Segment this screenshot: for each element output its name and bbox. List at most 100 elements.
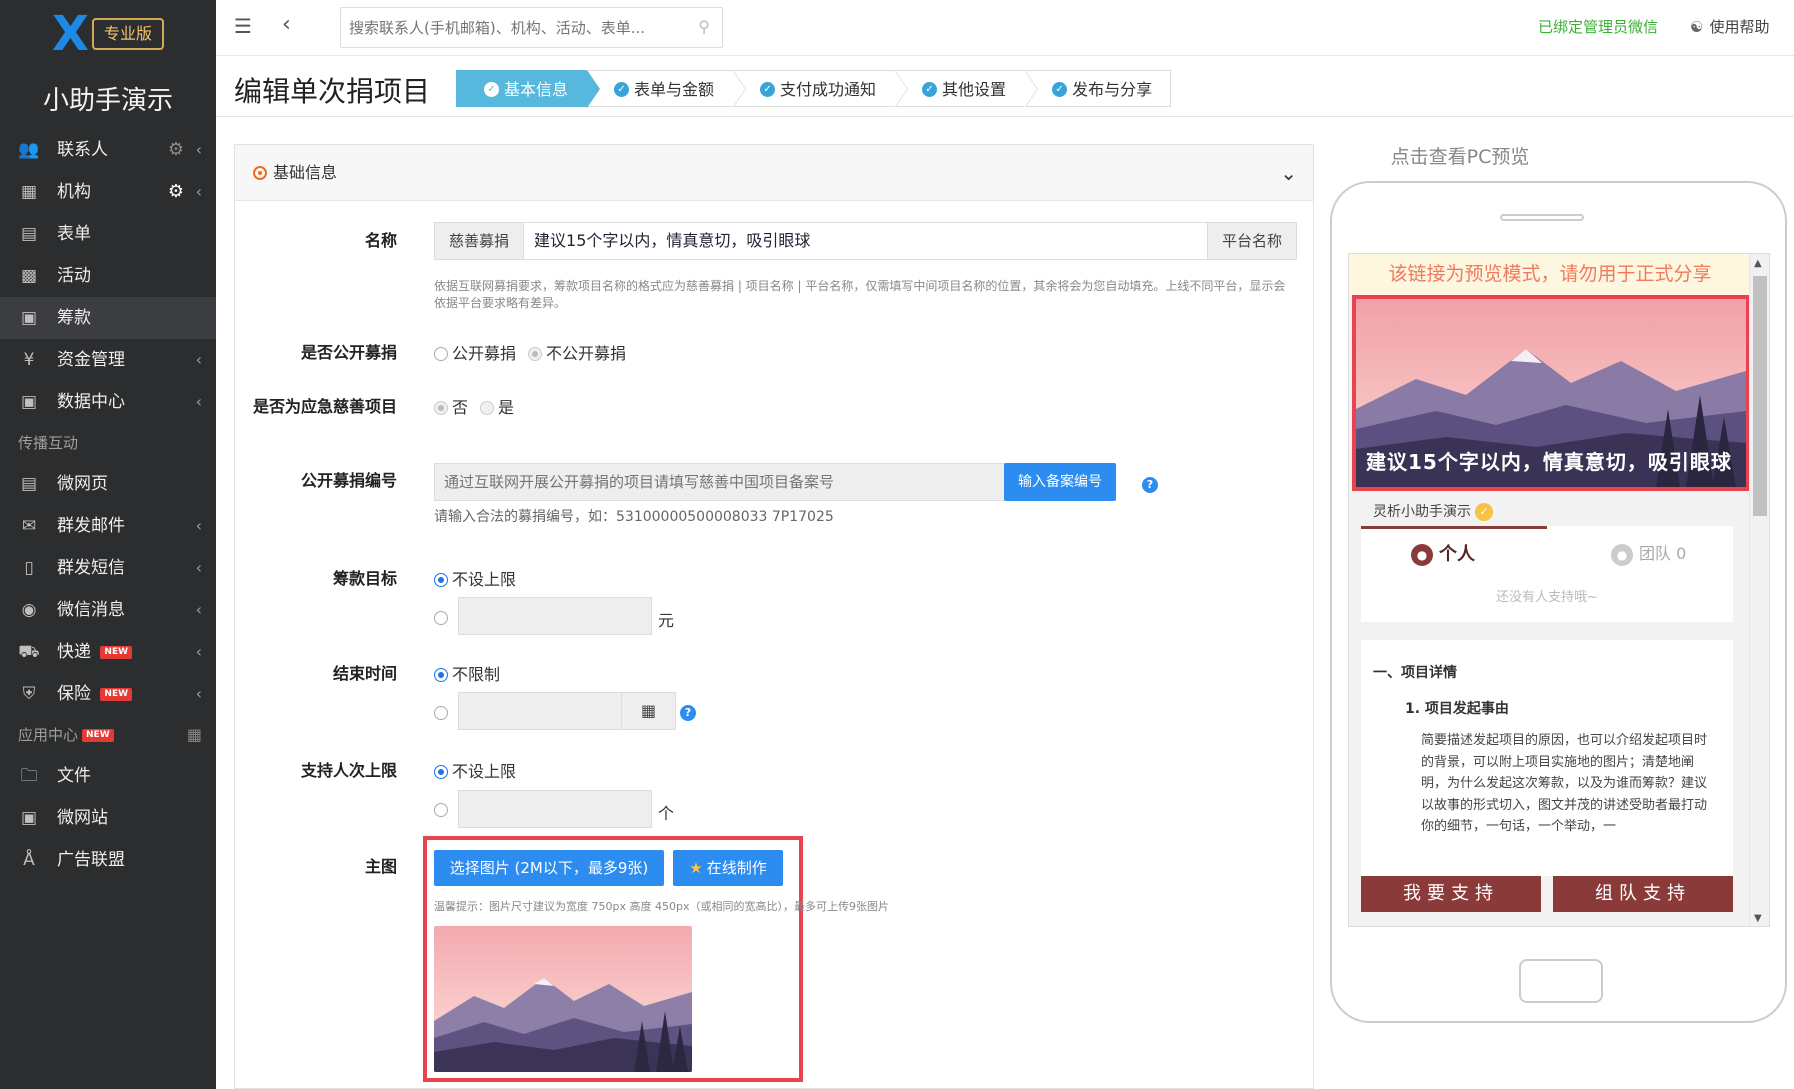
sidebar-item-events[interactable]: ▩ 活动 xyxy=(0,255,216,297)
person-icon: ● xyxy=(1411,544,1433,566)
sidebar-item-data[interactable]: ▣ 数据中心 ‹ xyxy=(0,381,216,423)
chevron-left-icon[interactable]: ‹ xyxy=(196,505,202,547)
search-icon[interactable]: ⚲ xyxy=(698,17,710,36)
team-support-button[interactable]: 组队支持 xyxy=(1553,876,1733,912)
yen-icon: ¥ xyxy=(23,350,35,370)
sidebar-item-contacts[interactable]: 👥 联系人 ⚙ ‹ xyxy=(0,129,216,171)
chevron-left-icon[interactable]: ‹ xyxy=(196,171,202,213)
sidebar-item-orgs[interactable]: ▦ 机构 ⚙ ‹ xyxy=(0,171,216,213)
radio-goal-unlimited[interactable] xyxy=(434,572,448,587)
radio-emergency-yes[interactable] xyxy=(480,400,494,415)
sidebar-item-ads[interactable]: Å 广告联盟 xyxy=(0,839,216,881)
end-date-input[interactable]: ▦ xyxy=(458,692,676,730)
sidebar-item-funds[interactable]: ¥ 资金管理 ‹ xyxy=(0,339,216,381)
logo: X 专业版 xyxy=(52,10,164,58)
public-option-no[interactable]: 不公开募捐 xyxy=(528,343,626,365)
tab-personal[interactable]: ● 个人 xyxy=(1411,540,1475,566)
goal-option-custom[interactable] xyxy=(434,607,452,629)
help-question-icon[interactable]: ? xyxy=(680,705,696,721)
new-badge: NEW xyxy=(100,687,133,701)
chevron-left-icon[interactable]: ‹ xyxy=(196,547,202,589)
step-basic-info[interactable]: ✓ 基本信息 xyxy=(456,70,601,108)
online-design-button[interactable]: ★ 在线制作 xyxy=(673,850,783,886)
tab-label: 个人 xyxy=(1439,544,1475,565)
sidebar-item-forms[interactable]: ▤ 表单 xyxy=(0,213,216,255)
chevron-left-icon[interactable]: ‹ xyxy=(196,673,202,715)
sidebar-item-label: 微网页 xyxy=(57,474,108,494)
step-label: 发布与分享 xyxy=(1072,80,1153,99)
step-publish-share[interactable]: ✓ 发布与分享 xyxy=(1024,70,1172,107)
name-input[interactable]: 建议15个字以内，情真意切，吸引眼球 xyxy=(524,223,1207,259)
radio-public-no[interactable] xyxy=(528,346,542,361)
grid-icon[interactable]: ▦ xyxy=(187,715,202,755)
chevron-down-icon[interactable]: ⌄ xyxy=(1280,145,1297,201)
scroll-thumb[interactable] xyxy=(1753,276,1767,516)
radio-limit-unlimited[interactable] xyxy=(434,764,448,779)
step-other-settings[interactable]: ✓ 其他设置 xyxy=(894,70,1039,108)
main-image-thumbnail[interactable] xyxy=(434,926,692,1072)
step-payment-notice[interactable]: ✓ 支付成功通知 xyxy=(732,70,909,108)
search-input[interactable] xyxy=(341,8,671,47)
record-input[interactable] xyxy=(435,464,925,500)
preview-scrollbar[interactable]: ▲ ▼ xyxy=(1749,254,1769,926)
sidebar: X 专业版 小助手演示 👥 联系人 ⚙ ‹ ▦ 机构 ⚙ ‹ ▤ 表单 ▩ 活动… xyxy=(0,0,216,1089)
radio-end-custom[interactable] xyxy=(434,705,448,720)
end-option-unlimited[interactable]: 不限制 xyxy=(434,664,500,686)
tab-label: 团队 0 xyxy=(1639,544,1687,563)
end-option-custom[interactable] xyxy=(434,702,452,724)
shield-icon: ⛨ xyxy=(22,684,36,704)
goal-amount-input[interactable] xyxy=(458,597,652,635)
support-button[interactable]: 我要支持 xyxy=(1361,876,1541,912)
public-option-yes[interactable]: 公开募捐 xyxy=(434,343,516,365)
hamburger-menu-icon[interactable]: ☰ xyxy=(234,14,252,38)
gear-icon[interactable]: ⚙ xyxy=(168,129,184,171)
radio-goal-custom[interactable] xyxy=(434,610,448,625)
sidebar-item-fundraising[interactable]: ▣ 筹款 xyxy=(0,297,216,339)
sidebar-item-webpage[interactable]: ▤ 微网页 xyxy=(0,463,216,505)
step-form-amount[interactable]: ✓ 表单与金额 xyxy=(586,70,747,108)
panel-header[interactable]: 基础信息 ⌄ xyxy=(235,145,1313,201)
chevron-back-icon[interactable]: ‹ xyxy=(282,12,291,37)
gear-icon[interactable]: ⚙ xyxy=(168,171,184,213)
sidebar-item-label: 文件 xyxy=(57,766,91,786)
radio-public-yes[interactable] xyxy=(434,346,448,361)
phone-home-button xyxy=(1519,959,1603,1003)
radio-limit-custom[interactable] xyxy=(434,802,448,817)
sidebar-item-wechat[interactable]: ◉ 微信消息 ‹ xyxy=(0,589,216,631)
limit-option-custom[interactable] xyxy=(434,799,452,821)
radio-emergency-no[interactable] xyxy=(434,400,448,415)
wechat-bound-link[interactable]: 已绑定管理员微信 xyxy=(1538,16,1658,37)
sidebar-item-express[interactable]: ⛟ 快递 NEW ‹ xyxy=(0,631,216,673)
sidebar-item-insurance[interactable]: ⛨ 保险 NEW ‹ xyxy=(0,673,216,715)
option-label: 不限制 xyxy=(452,665,501,684)
limit-option-unlimited[interactable]: 不设上限 xyxy=(434,761,516,783)
sidebar-item-email[interactable]: ✉ 群发邮件 ‹ xyxy=(0,505,216,547)
sidebar-item-files[interactable]: 🗀 文件 xyxy=(0,755,216,797)
pc-preview-link[interactable]: 点击查看PC预览 xyxy=(1330,142,1590,169)
scroll-up-icon[interactable]: ▲ xyxy=(1754,258,1762,269)
sidebar-item-sms[interactable]: ▯ 群发短信 ‹ xyxy=(0,547,216,589)
limit-count-input[interactable] xyxy=(458,790,652,828)
chevron-left-icon[interactable]: ‹ xyxy=(196,631,202,673)
chevron-left-icon[interactable]: ‹ xyxy=(196,129,202,171)
chevron-left-icon[interactable]: ‹ xyxy=(196,381,202,423)
select-image-button[interactable]: 选择图片 (2M以下，最多9张) xyxy=(434,850,664,886)
truck-icon: ⛟ xyxy=(18,642,40,662)
team-icon: ● xyxy=(1611,543,1633,566)
scroll-down-icon[interactable]: ▼ xyxy=(1754,913,1762,924)
radio-end-unlimited[interactable] xyxy=(434,667,448,682)
tab-team[interactable]: ● 团队 0 xyxy=(1611,540,1686,566)
chevron-left-icon[interactable]: ‹ xyxy=(196,589,202,631)
emergency-option-no[interactable]: 否 xyxy=(434,397,468,419)
chevron-left-icon[interactable]: ‹ xyxy=(196,339,202,381)
goal-option-unlimited[interactable]: 不设上限 xyxy=(434,569,516,591)
record-number-button[interactable]: 输入备案编号 xyxy=(1004,463,1116,501)
help-link[interactable]: ☯ 使用帮助 xyxy=(1690,16,1769,37)
name-hint: 依据互联网募捐要求，筹款项目名称的格式应为慈善募捐 | 项目名称 | 平台名称，… xyxy=(434,279,1286,310)
sidebar-item-microsite[interactable]: ▣ 微网站 xyxy=(0,797,216,839)
check-icon: ✓ xyxy=(614,82,630,97)
sidebar-group-apps[interactable]: 应用中心 NEW ▦ xyxy=(0,715,216,755)
calendar-icon[interactable]: ▦ xyxy=(621,693,675,729)
emergency-option-yes[interactable]: 是 xyxy=(480,397,514,419)
help-question-icon[interactable]: ? xyxy=(1142,477,1158,493)
